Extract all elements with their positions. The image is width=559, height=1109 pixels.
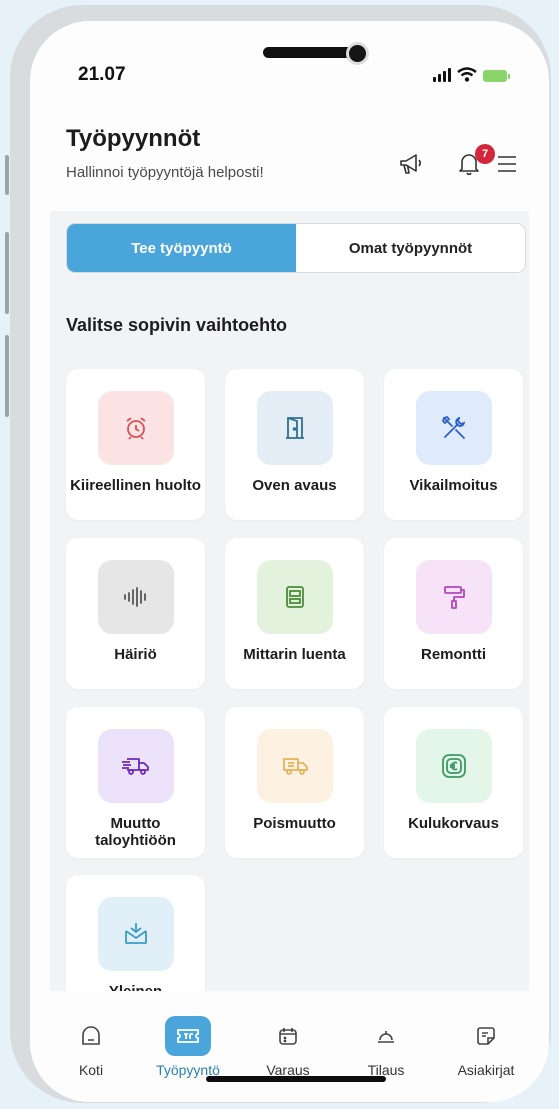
segmented-control: Tee työpyyntö Omat työpyynnöt (66, 223, 526, 273)
tab-omat-tyopyynnot[interactable]: Omat työpyynnöt (296, 224, 525, 272)
moving-truck-out-icon (257, 729, 333, 803)
content-area: Tee työpyyntö Omat työpyynnöt Valitse so… (50, 211, 529, 1005)
document-icon (463, 1016, 509, 1056)
moving-truck-icon (98, 729, 174, 803)
phone-frame: 21.07 Työpyynnöt Hallinnoi työpyyntöjä h… (10, 5, 551, 1103)
option-card-oven-avaus[interactable]: Oven avaus (225, 369, 364, 520)
meter-icon (257, 560, 333, 634)
section-title: Valitse sopivin vaihtoehto (66, 315, 288, 335)
status-icons (433, 67, 510, 82)
megaphone-icon[interactable] (396, 149, 426, 179)
inbox-icon (98, 897, 174, 971)
alarm-clock-icon (98, 391, 174, 465)
door-icon (257, 391, 333, 465)
screen: 21.07 Työpyynnöt Hallinnoi työpyyntöjä h… (30, 21, 549, 1102)
option-label: Häiriö (114, 646, 157, 663)
option-label: Muutto taloyhtiöön (95, 815, 176, 849)
option-card-muutto-taloyhtioon[interactable]: Muutto taloyhtiöön (66, 707, 205, 858)
option-label: Oven avaus (252, 477, 337, 494)
nav-item-tyopyynto[interactable]: Työpyyntö (140, 991, 236, 1078)
bottom-nav: Koti Työpyyntö Varaus Tilaus Asiakirjat (30, 991, 549, 1102)
option-card-vikailmoitus[interactable]: Vikailmoitus (384, 369, 523, 520)
tab-tee-tyopyynto[interactable]: Tee työpyyntö (67, 224, 296, 272)
dynamic-island (263, 47, 353, 58)
option-label: Vikailmoitus (409, 477, 498, 494)
option-card-kulukorvaus[interactable]: Kulukorvaus (384, 707, 523, 858)
option-card-remontti[interactable]: Remontti (384, 538, 523, 689)
side-button-silent (5, 155, 9, 195)
camera (346, 42, 369, 65)
service-bell-icon (363, 1016, 409, 1056)
home-icon (68, 1016, 114, 1056)
option-label: Mittarin luenta (243, 646, 346, 663)
signal-icon (433, 68, 451, 82)
wifi-icon (457, 67, 477, 82)
nav-item-koti[interactable]: Koti (43, 991, 139, 1078)
menu-icon[interactable] (492, 149, 522, 179)
option-label: Kiireellinen huolto (70, 477, 201, 494)
ticket-icon (165, 1016, 211, 1056)
tools-icon (416, 391, 492, 465)
home-indicator[interactable] (206, 1076, 386, 1082)
calendar-icon (265, 1016, 311, 1056)
nav-item-tilaus[interactable]: Tilaus (338, 991, 434, 1078)
option-label: Kulukorvaus (408, 815, 499, 832)
side-button-volume-up (5, 232, 9, 314)
euro-icon (416, 729, 492, 803)
nav-item-asiakirjat[interactable]: Asiakirjat (438, 991, 534, 1078)
paint-roller-icon (416, 560, 492, 634)
page-subtitle: Hallinnoi työpyyntöjä helposti! (66, 164, 264, 181)
option-card-yleinen[interactable]: Yleinen (66, 875, 205, 1005)
nav-item-varaus[interactable]: Varaus (240, 991, 336, 1078)
option-card-poismuutto[interactable]: Poismuutto (225, 707, 364, 858)
nav-label: Koti (78, 1062, 104, 1078)
option-card-kiireellinen-huolto[interactable]: Kiireellinen huolto (66, 369, 205, 520)
battery-icon (483, 70, 510, 82)
option-label: Remontti (421, 646, 486, 663)
page-title: Työpyynnöt (66, 125, 201, 152)
option-card-hairio[interactable]: Häiriö (66, 538, 205, 689)
option-card-mittarin-luenta[interactable]: Mittarin luenta (225, 538, 364, 689)
sound-wave-icon (98, 560, 174, 634)
side-button-volume-down (5, 335, 9, 417)
status-time: 21.07 (78, 64, 126, 85)
nav-label: Asiakirjat (457, 1062, 515, 1078)
option-label: Poismuutto (253, 815, 336, 832)
